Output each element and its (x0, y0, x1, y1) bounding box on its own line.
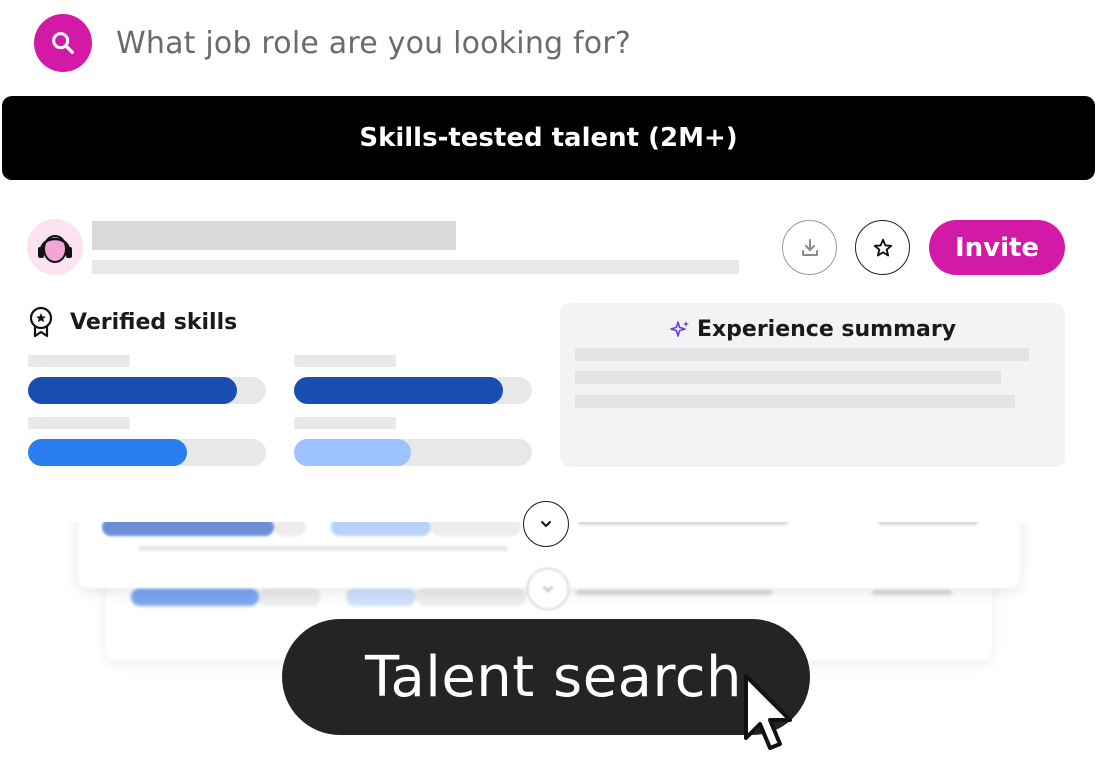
skill-bar (294, 439, 532, 466)
ghost-skill-bar (131, 588, 259, 606)
talent-search-button[interactable]: Talent search (282, 619, 810, 735)
search-icon (52, 32, 74, 54)
skill-bar-fill (294, 439, 411, 466)
ghost-skill-track (416, 588, 526, 606)
skill-bar (294, 377, 532, 404)
avatar (27, 219, 83, 275)
skill-bar (28, 377, 266, 404)
experience-summary-panel: Experience summary (560, 303, 1065, 467)
ghost-text-line (576, 590, 772, 595)
verified-skills-label: Verified skills (70, 309, 238, 335)
talent-count-banner: Skills-tested talent (2M+) (2, 96, 1095, 180)
download-icon (801, 238, 818, 256)
download-button[interactable] (782, 220, 837, 275)
skill-bar-fill (294, 377, 504, 404)
skill-bar (28, 439, 266, 466)
experience-summary-header: Experience summary (560, 317, 1065, 342)
search-input[interactable]: What job role are you looking for? (116, 26, 631, 61)
skill-name-placeholder (294, 355, 396, 367)
ghost-skill-bar (346, 588, 416, 606)
chevron-down-icon (543, 586, 553, 592)
ghost-text-line (138, 546, 358, 551)
summary-text-placeholder (575, 395, 1015, 408)
invite-button[interactable]: Invite (929, 220, 1065, 275)
expand-button[interactable] (523, 501, 569, 547)
candidate-name-placeholder (92, 221, 456, 250)
ghost-text-line (872, 590, 952, 595)
star-icon (873, 238, 892, 256)
candidate-details-placeholder (92, 260, 739, 274)
skill-name-placeholder (294, 417, 396, 429)
summary-text-placeholder (575, 348, 1029, 361)
talent-search-label: Talent search (365, 644, 743, 710)
ghost-skill-track (259, 588, 321, 606)
headset-avatar-icon (38, 235, 72, 263)
skill-bar-fill (28, 439, 188, 466)
verified-skills-header: Verified skills (28, 306, 237, 338)
mouse-pointer-icon (744, 674, 792, 750)
sparkle-icon (670, 320, 689, 337)
chevron-down-icon (541, 521, 551, 527)
summary-text-placeholder (575, 371, 1001, 384)
ghost-text-line (348, 546, 508, 551)
favorite-button[interactable] (855, 220, 910, 275)
skill-bar-fill (28, 377, 238, 404)
badge-icon (29, 306, 53, 338)
experience-summary-label: Experience summary (696, 317, 957, 342)
search-button[interactable] (34, 14, 92, 72)
search-bar[interactable]: What job role are you looking for? (34, 14, 631, 72)
banner-title: Skills-tested talent (2M+) (359, 123, 738, 153)
background-expand-button (527, 568, 569, 610)
skill-name-placeholder (28, 355, 130, 367)
skill-name-placeholder (28, 417, 130, 429)
